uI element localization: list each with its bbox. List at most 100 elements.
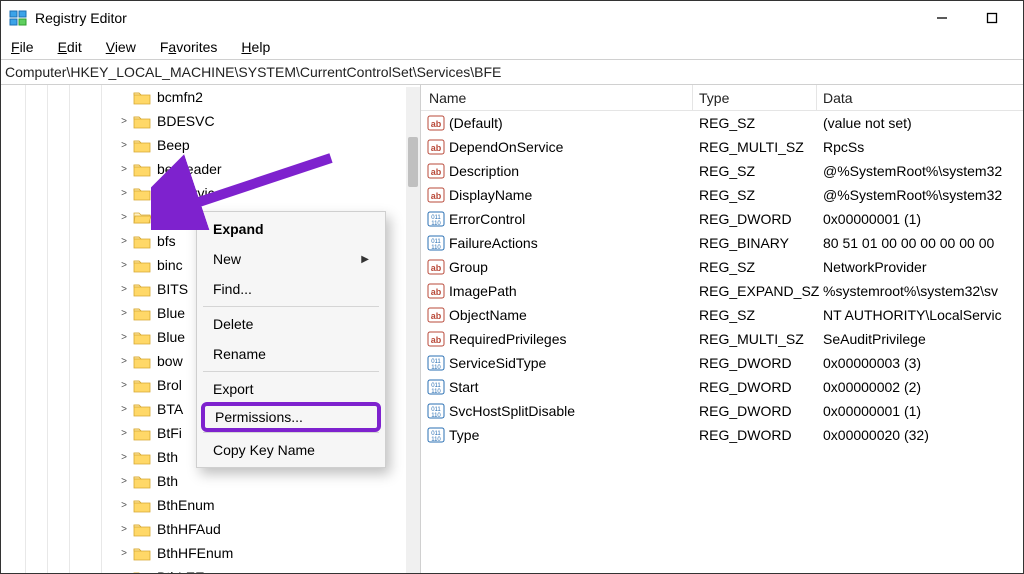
list-row[interactable]: DependOnServiceREG_MULTI_SZRpcSs [421,135,1023,159]
folder-icon [133,426,151,441]
value-name: DependOnService [449,139,693,155]
expand-chevron-icon[interactable]: > [117,354,131,368]
tree-item[interactable]: bcmfn2 [1,85,420,109]
value-data: SeAuditPrivilege [817,331,1023,347]
expand-chevron-icon[interactable]: > [117,474,131,488]
tree-item-label: BthLEEnum [155,568,234,573]
reg-binary-icon [427,426,445,444]
address-bar[interactable]: Computer\HKEY_LOCAL_MACHINE\SYSTEM\Curre… [1,59,1023,85]
tree-item[interactable]: > bertreader [1,157,420,181]
folder-icon [133,186,151,201]
tree-item[interactable]: >Bth [1,469,420,493]
expand-chevron-icon[interactable]: > [117,186,131,200]
tree-item-label: BthEnum [155,496,217,514]
tree-item-label: bcmfn2 [155,88,205,106]
expand-chevron-icon[interactable]: > [117,234,131,248]
expand-chevron-icon[interactable]: > [117,258,131,272]
list-pane[interactable]: Name Type Data (Default)REG_SZ(value not… [421,85,1023,573]
list-row[interactable]: DescriptionREG_SZ@%SystemRoot%\system32 [421,159,1023,183]
menu-favorites[interactable]: Favorites [154,38,224,56]
expand-chevron-icon[interactable]: > [117,546,131,560]
tree-item-label: BthHFAud [155,520,223,538]
menu-view[interactable]: View [100,38,142,56]
maximize-button[interactable] [979,5,1005,31]
folder-icon [133,522,151,537]
list-row[interactable]: ImagePathREG_EXPAND_SZ%systemroot%\syste… [421,279,1023,303]
list-row[interactable]: ObjectNameREG_SZNT AUTHORITY\LocalServic [421,303,1023,327]
cm-permissions[interactable]: Permissions... [201,402,381,432]
cm-expand[interactable]: Expand [199,214,383,244]
col-header-type[interactable]: Type [693,85,817,110]
list-row[interactable]: StartREG_DWORD0x00000002 (2) [421,375,1023,399]
reg-string-icon [427,114,445,132]
list-header[interactable]: Name Type Data [421,85,1023,111]
expand-chevron-icon[interactable]: > [117,210,131,224]
expand-chevron-icon[interactable]: > [117,138,131,152]
list-row[interactable]: TypeREG_DWORD0x00000020 (32) [421,423,1023,447]
folder-icon [133,138,151,153]
list-row[interactable]: DisplayNameREG_SZ@%SystemRoot%\system32 [421,183,1023,207]
value-type: REG_BINARY [693,235,817,251]
expand-chevron-icon[interactable]: > [117,378,131,392]
expand-chevron-icon[interactable]: > [117,114,131,128]
expand-chevron-icon[interactable]: > [117,402,131,416]
list-row[interactable]: FailureActionsREG_BINARY80 51 01 00 00 0… [421,231,1023,255]
cm-export[interactable]: Export [199,374,383,404]
tree-item[interactable]: > BthHFAud [1,517,420,541]
expand-chevron-icon[interactable]: > [117,498,131,512]
value-name: ImagePath [449,283,693,299]
value-type: REG_EXPAND_SZ [693,283,817,299]
tree-scrollbar[interactable] [406,87,420,573]
reg-string-icon [427,282,445,300]
expand-chevron-icon[interactable]: > [117,330,131,344]
folder-icon [133,378,151,393]
reg-string-icon [427,186,445,204]
list-row[interactable]: ErrorControlREG_DWORD0x00000001 (1) [421,207,1023,231]
list-row[interactable]: (Default)REG_SZ(value not set) [421,111,1023,135]
tree-item[interactable]: >BDESVC [1,109,420,133]
expand-chevron-icon[interactable]: > [117,162,131,176]
col-header-name[interactable]: Name [421,85,693,110]
list-row[interactable]: RequiredPrivilegesREG_MULTI_SZSeAuditPri… [421,327,1023,351]
expand-chevron-icon[interactable]: > [117,426,131,440]
menu-edit[interactable]: Edit [52,38,88,56]
list-row[interactable]: SvcHostSplitDisableREG_DWORD0x00000001 (… [421,399,1023,423]
minimize-button[interactable] [929,5,955,31]
list-row[interactable]: GroupREG_SZNetworkProvider [421,255,1023,279]
menu-file[interactable]: File [5,38,40,56]
tree-item[interactable]: >BEServic [1,181,420,205]
cm-find[interactable]: Find... [199,274,383,304]
expand-chevron-icon[interactable]: > [117,570,131,573]
cm-copy-key-name[interactable]: Copy Key Name [199,435,383,465]
cm-delete[interactable]: Delete [199,309,383,339]
value-name: DisplayName [449,187,693,203]
scrollbar-thumb[interactable] [408,137,418,187]
value-data: NT AUTHORITY\LocalServic [817,307,1023,323]
tree-item[interactable]: > BthLEEnum [1,565,420,573]
expand-chevron-icon[interactable]: > [117,282,131,296]
value-name: Start [449,379,693,395]
expand-chevron-icon[interactable]: > [117,306,131,320]
tree-item[interactable]: > BthEnum [1,493,420,517]
value-type: REG_DWORD [693,427,817,443]
tree-item-label: BITS [155,280,190,298]
value-data: 80 51 01 00 00 00 00 00 00 [817,235,1023,251]
list-row[interactable]: ServiceSidTypeREG_DWORD0x00000003 (3) [421,351,1023,375]
tree-item-label: bfs [155,232,178,250]
col-header-data[interactable]: Data [817,85,1023,110]
chevron-right-icon: ▶ [361,254,369,265]
cm-rename[interactable]: Rename [199,339,383,369]
tree-item-label: BtFi [155,424,184,442]
value-type: REG_SZ [693,115,817,131]
context-menu: Expand New ▶ Find... Delete Rename Expor… [196,211,386,468]
tree-item-label: bertreader [155,160,224,178]
expand-chevron-icon[interactable]: > [117,522,131,536]
tree-pane[interactable]: bcmfn2>BDESVC>Beep>bertreader>BEServic>B… [1,85,421,573]
tree-item[interactable]: >BthHFEnum [1,541,420,565]
tree-item[interactable]: >Beep [1,133,420,157]
cm-new[interactable]: New ▶ [199,244,383,274]
reg-binary-icon [427,402,445,420]
reg-string-icon [427,138,445,156]
menu-help[interactable]: Help [235,38,276,56]
expand-chevron-icon[interactable]: > [117,450,131,464]
